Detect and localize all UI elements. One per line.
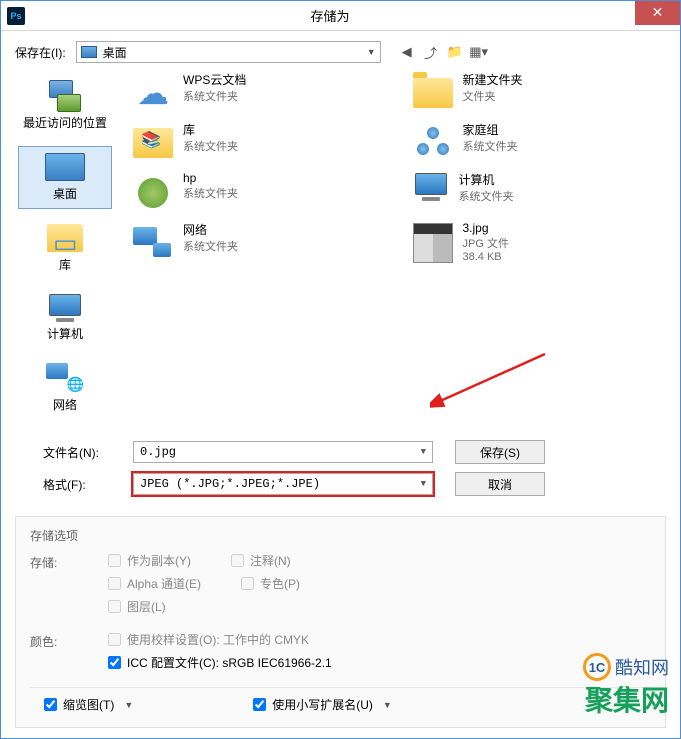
- color-section-label: 颜色:: [30, 631, 108, 677]
- save-as-dialog: Ps 存储为 ✕ 保存在(I): 桌面 ▼ ◀ ⤴ 📁 ▦▾ 最近访问的位置 桌…: [0, 0, 681, 739]
- titlebar: Ps 存储为 ✕: [1, 1, 680, 31]
- proof-checkbox[interactable]: 使用校样设置(O): 工作中的 CMYK: [108, 631, 309, 648]
- up-icon[interactable]: ⤴: [423, 44, 439, 60]
- list-item[interactable]: 网络系统文件夹: [131, 221, 387, 265]
- network-icon: [46, 363, 84, 393]
- list-item[interactable]: ☁ WPS云文档系统文件夹: [131, 71, 387, 115]
- network-item-icon: [133, 227, 173, 259]
- spot-checkbox[interactable]: 专色(P): [241, 575, 300, 592]
- location-combobox[interactable]: 桌面 ▼: [76, 41, 381, 63]
- lowercase-ext-checkbox[interactable]: 使用小写扩展名(U)▼: [253, 696, 392, 713]
- location-toolbar: 保存在(I): 桌面 ▼ ◀ ⤴ 📁 ▦▾: [1, 31, 680, 71]
- as-copy-checkbox[interactable]: 作为副本(Y): [108, 552, 191, 569]
- image-file-icon: [413, 223, 453, 263]
- toolbar-icons: ◀ ⤴ 📁 ▦▾: [399, 44, 487, 60]
- save-section-label: 存储:: [30, 552, 108, 621]
- filename-fields: 文件名(N): 0.jpg ▼ 保存(S) 格式(F): JPEG (*.JPG…: [1, 430, 680, 510]
- sidebar-item-recent[interactable]: 最近访问的位置: [18, 75, 112, 138]
- close-button[interactable]: ✕: [635, 1, 680, 25]
- list-item[interactable]: hp系统文件夹: [131, 171, 387, 215]
- sidebar-item-desktop[interactable]: 桌面: [18, 146, 112, 209]
- desktop-icon: [81, 46, 97, 58]
- list-item[interactable]: 新建文件夹文件夹: [411, 71, 667, 115]
- libraries-icon: [47, 224, 83, 252]
- cloud-icon: ☁: [133, 78, 173, 108]
- library-icon: [133, 128, 173, 158]
- places-sidebar: 最近访问的位置 桌面 库 计算机 网络: [15, 71, 115, 420]
- list-item[interactable]: 家庭组系统文件夹: [411, 121, 667, 165]
- alpha-checkbox[interactable]: Alpha 通道(E): [108, 575, 201, 592]
- desktop-monitor-icon: [45, 153, 85, 181]
- watermark-kuzhi: 1C 酷知网: [583, 653, 669, 681]
- icc-profile-checkbox[interactable]: ICC 配置文件(C): sRGB IEC61966-2.1: [108, 654, 332, 671]
- watermark-juji: 聚集网: [585, 679, 669, 719]
- location-value: 桌面: [103, 44, 127, 61]
- list-item[interactable]: 3.jpgJPG 文件38.4 KB: [411, 221, 667, 265]
- new-folder-icon[interactable]: 📁: [447, 44, 463, 60]
- window-title: 存储为: [25, 6, 635, 25]
- user-icon: [133, 174, 173, 212]
- computer-icon: [47, 293, 83, 323]
- thumbnail-checkbox[interactable]: 缩览图(T)▼: [44, 696, 133, 713]
- recent-icon: [45, 80, 85, 112]
- chevron-down-icon: ▼: [383, 700, 392, 710]
- cancel-button[interactable]: 取消: [455, 472, 545, 496]
- homegroup-icon: [413, 127, 453, 159]
- list-item[interactable]: 库系统文件夹: [131, 121, 387, 165]
- chevron-down-icon: ▼: [421, 479, 426, 489]
- photoshop-icon: Ps: [7, 7, 25, 25]
- sidebar-item-computer[interactable]: 计算机: [18, 288, 112, 349]
- view-menu-icon[interactable]: ▦▾: [471, 44, 487, 60]
- save-options-panel: 存储选项 存储: 作为副本(Y) 注释(N) Alpha 通道(E) 专色(P)…: [15, 516, 666, 728]
- options-header: 存储选项: [30, 527, 651, 544]
- filename-label: 文件名(N):: [15, 444, 125, 461]
- filename-input[interactable]: 0.jpg ▼: [133, 441, 433, 463]
- notes-checkbox[interactable]: 注释(N): [231, 552, 291, 569]
- folder-icon: [413, 78, 453, 108]
- chevron-down-icon: ▼: [367, 47, 376, 57]
- layers-checkbox[interactable]: 图层(L): [108, 598, 166, 615]
- save-in-label: 保存在(I):: [15, 44, 66, 61]
- file-list: ☁ WPS云文档系统文件夹 新建文件夹文件夹 库系统文件夹 家庭组系统文件夹: [115, 71, 666, 420]
- watermark-logo-icon: 1C: [583, 653, 611, 681]
- chevron-down-icon: ▼: [124, 700, 133, 710]
- list-item[interactable]: 计算机系统文件夹: [411, 171, 667, 215]
- pc-icon: [411, 171, 451, 203]
- save-button[interactable]: 保存(S): [455, 440, 545, 464]
- format-combobox[interactable]: JPEG (*.JPG;*.JPEG;*.JPE) ▼: [133, 473, 433, 495]
- back-icon[interactable]: ◀: [399, 44, 415, 60]
- sidebar-item-libraries[interactable]: 库: [18, 217, 112, 280]
- chevron-down-icon: ▼: [421, 447, 426, 457]
- sidebar-item-network[interactable]: 网络: [18, 357, 112, 420]
- format-label: 格式(F):: [15, 476, 125, 493]
